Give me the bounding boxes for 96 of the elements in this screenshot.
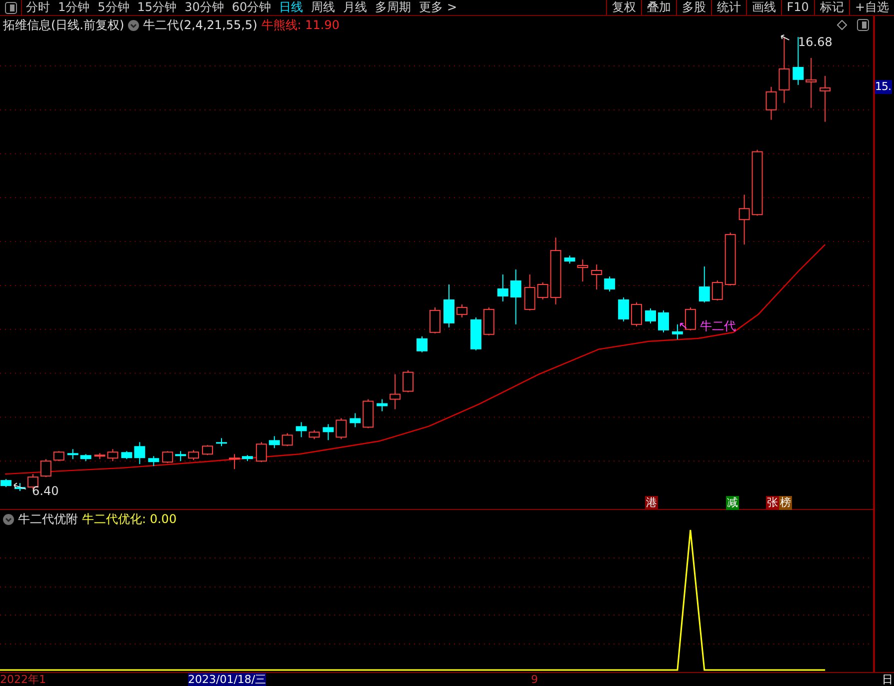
candlestick bbox=[202, 444, 214, 456]
candlestick bbox=[296, 422, 307, 438]
candlestick bbox=[537, 282, 548, 300]
panel-toggle-icon[interactable] bbox=[4, 2, 16, 14]
candlestick bbox=[362, 398, 374, 429]
candlestick bbox=[188, 450, 200, 461]
candlestick bbox=[308, 430, 320, 440]
candlestick bbox=[724, 232, 736, 286]
high-price-label: 16.68 bbox=[798, 35, 832, 49]
arrow-icon bbox=[13, 482, 26, 490]
indicator-readout: 牛熊线: 11.90 bbox=[261, 16, 340, 34]
candlestick bbox=[524, 274, 536, 311]
candlestick bbox=[94, 452, 106, 460]
period-tab[interactable]: 1分钟 bbox=[54, 0, 94, 15]
candlestick bbox=[645, 308, 656, 324]
date-label: 2022年1 bbox=[0, 673, 46, 686]
stock-title: 拓维信息(日线.前复权) bbox=[3, 16, 124, 34]
candlestick bbox=[53, 450, 64, 462]
indicator-panel-readout: 牛二代优化: 0.00 bbox=[82, 510, 177, 528]
arrow-icon bbox=[680, 322, 687, 329]
candlestick bbox=[712, 280, 723, 301]
low-price-label: 6.40 bbox=[32, 484, 59, 498]
candlestick bbox=[604, 276, 616, 292]
candlestick bbox=[228, 454, 240, 470]
candlestick bbox=[483, 306, 494, 336]
candlestick bbox=[376, 398, 388, 412]
candlestick bbox=[282, 432, 293, 447]
date-label: 9 bbox=[531, 673, 538, 686]
candlestick bbox=[350, 412, 361, 428]
candlestick bbox=[134, 442, 146, 465]
dropdown-icon[interactable] bbox=[3, 514, 14, 524]
candlestick bbox=[14, 482, 26, 492]
period-tab[interactable]: 更多 > bbox=[415, 0, 461, 15]
candlestick bbox=[631, 302, 642, 327]
candlestick bbox=[591, 264, 602, 290]
period-label: 日 bbox=[882, 673, 893, 686]
period-tab[interactable]: 15分钟 bbox=[133, 0, 181, 15]
period-tab[interactable]: 5分钟 bbox=[94, 0, 134, 15]
period-tab[interactable]: 月线 bbox=[339, 0, 372, 15]
period-tab[interactable]: 多周期 bbox=[371, 0, 416, 15]
candlestick bbox=[416, 336, 428, 353]
indicator-panel-title: 牛二代优附 bbox=[18, 510, 78, 528]
candlestick bbox=[618, 296, 630, 322]
candlestick bbox=[322, 424, 334, 441]
event-marker[interactable]: 张 bbox=[766, 496, 779, 510]
candlestick bbox=[698, 266, 710, 303]
cursor-date: 2023/01/18/三 bbox=[188, 673, 266, 686]
candlestick bbox=[778, 36, 790, 104]
candlestick bbox=[80, 454, 92, 462]
candlestick bbox=[107, 448, 118, 462]
candlestick bbox=[684, 306, 696, 331]
signal-label: 牛二代 bbox=[700, 319, 736, 333]
candlestick bbox=[820, 75, 831, 122]
candlestick bbox=[402, 370, 414, 393]
candlestick bbox=[564, 255, 576, 264]
price-tag: 15. bbox=[875, 80, 892, 94]
candlestick bbox=[162, 450, 174, 464]
candlestick bbox=[40, 458, 52, 478]
candlestick bbox=[268, 436, 280, 449]
candlestick bbox=[121, 450, 132, 460]
candlestick bbox=[510, 269, 522, 325]
candlestick bbox=[430, 306, 440, 334]
candlestick bbox=[470, 316, 482, 351]
period-tab[interactable]: 日线 bbox=[275, 0, 308, 15]
period-tab[interactable]: 60分钟 bbox=[228, 0, 276, 15]
candlestick bbox=[256, 442, 267, 463]
candlestick bbox=[550, 237, 562, 305]
candlestick bbox=[672, 324, 683, 340]
event-marker[interactable]: 港 bbox=[645, 496, 658, 510]
candlestick bbox=[242, 454, 253, 462]
candlestick bbox=[456, 304, 468, 318]
dropdown-icon[interactable] bbox=[128, 20, 140, 30]
candlestick bbox=[806, 57, 817, 108]
period-tab[interactable]: 30分钟 bbox=[180, 0, 228, 15]
candlestick bbox=[216, 438, 227, 447]
indicator-name: 牛二代(2,4,21,55,5) bbox=[143, 16, 258, 34]
arrow-icon bbox=[780, 34, 790, 40]
candlestick bbox=[0, 478, 12, 488]
candlestick bbox=[738, 194, 750, 246]
candlestick bbox=[752, 149, 763, 216]
candlestick bbox=[336, 418, 347, 440]
candlestick bbox=[497, 274, 508, 302]
diamond-icon[interactable] bbox=[837, 20, 847, 30]
panel-toggle-icon[interactable] bbox=[857, 19, 869, 31]
event-marker[interactable]: 减 bbox=[726, 496, 739, 510]
candlestick bbox=[443, 284, 454, 328]
candlestick bbox=[175, 450, 186, 462]
candlestick bbox=[390, 374, 401, 410]
candlestick bbox=[577, 259, 588, 282]
period-tab[interactable]: 周线 bbox=[307, 0, 340, 15]
candlestick bbox=[658, 310, 669, 333]
event-marker[interactable]: 榜 bbox=[779, 496, 792, 510]
candlestick bbox=[766, 86, 777, 120]
candlestick bbox=[67, 448, 78, 460]
candlestick bbox=[148, 456, 160, 467]
period-tab[interactable]: 分时 bbox=[22, 0, 54, 15]
